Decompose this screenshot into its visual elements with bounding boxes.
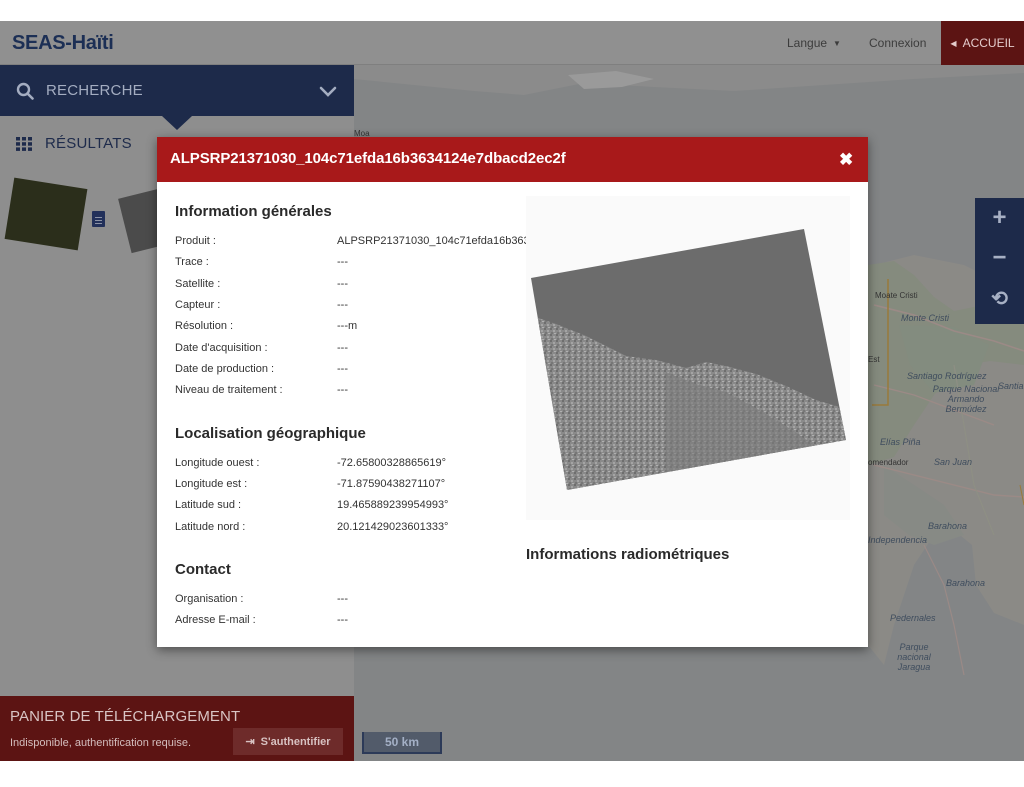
map-label-parque-jaragua: Parque nacional Jaragua (897, 642, 931, 672)
cart-status-text: Indisponible, authentification requise. (10, 737, 192, 749)
product-details-modal: ALPSRP21371030_104c71efda16b3634124e7dba… (157, 137, 868, 647)
map-label-moate-cristi: Moate Cristi (875, 291, 918, 300)
map-label-monte-cristi: Monte Cristi (901, 313, 950, 323)
general-info-heading: Information générales (175, 203, 332, 220)
map-label-santia: Santia (998, 381, 1024, 391)
map-label-pedernales: Pedernales (890, 613, 936, 623)
download-cart: PANIER DE TÉLÉCHARGEMENT Indisponible, a… (0, 696, 354, 761)
app-root: SEAS-Haïti Langue ▼ Connexion ◀ ACCUEIL (0, 21, 1024, 761)
info-row-product: Produit :ALPSRP21371030_104c71efda16b363… (175, 235, 527, 247)
map-label-est: Est (868, 355, 880, 364)
top-navbar: SEAS-Haïti Langue ▼ Connexion ◀ ACCUEIL (0, 21, 1024, 65)
map-label-parque-armando-bermudez: Parque Nacional Armando Bermúdez (932, 384, 1000, 414)
home-label: ACCUEIL (962, 36, 1015, 50)
info-row-trace: Trace : --- (175, 256, 348, 268)
chevron-down-icon[interactable] (318, 81, 338, 101)
info-row-acquisition-date: Date d'acquisition : --- (175, 342, 348, 354)
modal-header: ALPSRP21371030_104c71efda16b3634124e7dba… (157, 137, 868, 182)
info-row-production-date: Date de production : --- (175, 363, 348, 375)
search-panel-header[interactable]: RECHERCHE (0, 65, 354, 116)
login-link[interactable]: Connexion (869, 36, 926, 50)
map-label-elias-pina: Elías Piña (880, 437, 921, 447)
info-row-satellite: Satellite : --- (175, 278, 348, 290)
info-row-email: Adresse E-mail : --- (175, 614, 348, 626)
map-label-independencia: Independencia (868, 535, 928, 545)
results-header[interactable]: RÉSULTATS (16, 135, 132, 152)
home-button[interactable]: ◀ ACCUEIL (941, 21, 1024, 65)
info-row-longitude-east: Longitude est : -71.87590438271107° (175, 478, 446, 490)
info-row-sensor: Capteur : --- (175, 299, 348, 311)
language-dropdown[interactable]: Langue ▼ (787, 36, 841, 50)
map-label-barahona: Barahona (928, 521, 968, 531)
grid-icon (16, 136, 32, 151)
info-row-organisation: Organisation : --- (175, 593, 348, 605)
map-scale-bar: 50 km (362, 732, 442, 754)
modal-title: ALPSRP21371030_104c71efda16b3634124e7dba… (170, 150, 566, 167)
info-row-resolution: Résolution : ---m (175, 320, 358, 332)
radar-image (531, 229, 846, 490)
info-row-latitude-north: Latitude nord :20.121429023601333° (175, 521, 449, 533)
map-label-comendador: omendador (868, 458, 909, 467)
authenticate-label: S'authentifier (260, 735, 331, 748)
caret-left-icon: ◀ (950, 38, 957, 48)
result-thumbnail-optical[interactable] (4, 177, 88, 251)
map-label-san-juan: San Juan (934, 457, 973, 467)
results-title: RÉSULTATS (45, 135, 132, 152)
close-icon[interactable]: ✖ (839, 150, 853, 170)
product-preview-image (526, 196, 850, 520)
location-heading: Localisation géographique (175, 425, 366, 442)
radiometric-info-heading: Informations radiométriques (526, 546, 730, 563)
sign-in-icon: ⇥ (245, 736, 255, 748)
reset-view-button[interactable]: ⟲ (975, 278, 1024, 318)
info-row-processing-level: Niveau de traitement : --- (175, 384, 348, 396)
info-row-latitude-south: Latitude sud :19.465889239954993° (175, 499, 449, 511)
zoom-out-button[interactable]: − (975, 238, 1024, 278)
language-label: Langue (787, 36, 828, 50)
cart-title: PANIER DE TÉLÉCHARGEMENT (10, 708, 241, 725)
authenticate-button[interactable]: ⇥ S'authentifier (233, 728, 343, 755)
brand-logo[interactable]: SEAS-Haïti (12, 32, 114, 55)
zoom-in-button[interactable]: + (975, 198, 1024, 238)
document-icon[interactable] (92, 211, 105, 227)
contact-heading: Contact (175, 561, 231, 578)
map-label-santiago-rodriguez: Santiago Rodríguez (907, 371, 987, 381)
search-panel-pointer (162, 116, 192, 130)
map-zoom-controls: + − ⟲ (975, 198, 1024, 324)
info-row-longitude-west: Longitude ouest : -72.65800328865619° (175, 457, 447, 469)
caret-down-icon: ▼ (833, 39, 841, 48)
search-icon (16, 82, 34, 100)
map-label-barahona-2: Barahona (946, 578, 986, 588)
search-panel-title: RECHERCHE (46, 82, 143, 99)
